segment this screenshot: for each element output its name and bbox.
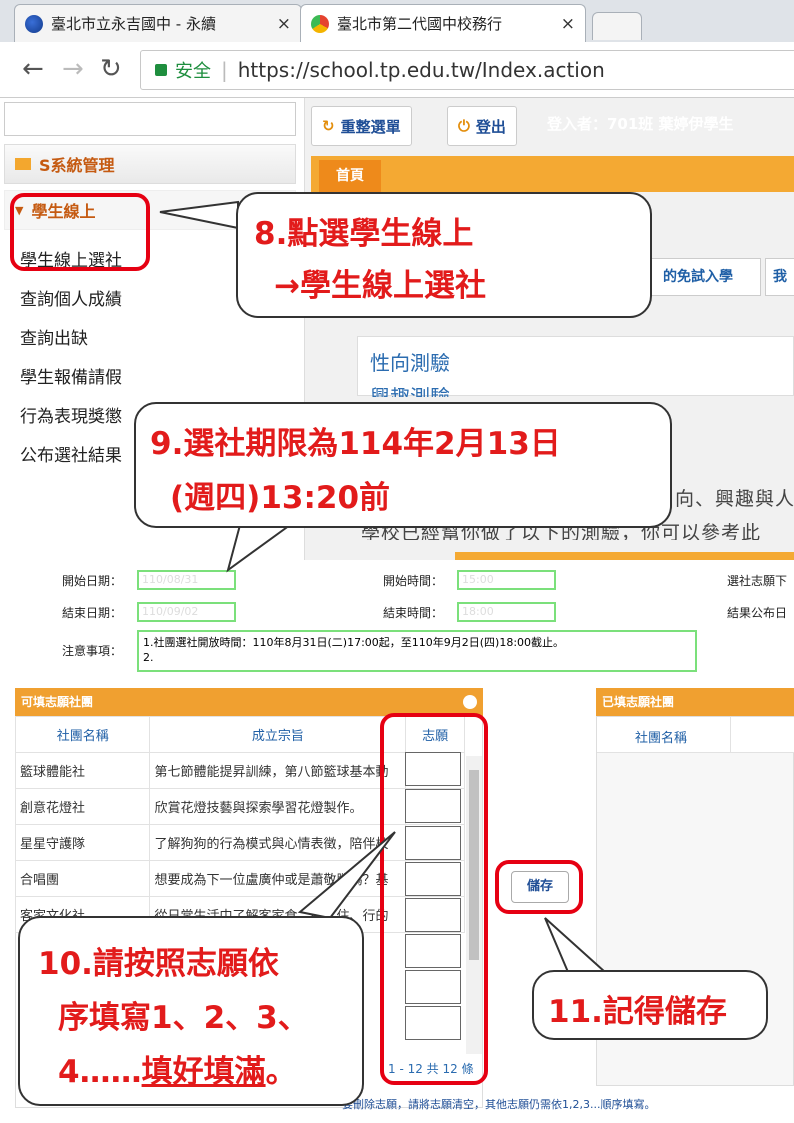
callout-text: 序填寫1、2、3、 (58, 1000, 309, 1036)
end-time-field: 18:00 (457, 602, 556, 622)
reload-icon[interactable]: ↻ (100, 54, 122, 84)
system-management-menu[interactable]: S系統管理 (4, 144, 296, 184)
orange-strip (455, 552, 794, 560)
column-header-purpose: 成立宗旨 (149, 716, 407, 753)
selection-label: 選社志願下 (727, 574, 788, 588)
browser-tab-2[interactable]: 臺北市第二代國中校務行 × (300, 4, 586, 42)
highlight-frame (10, 193, 150, 271)
lock-icon (155, 64, 167, 76)
callout-text: (週四)13:20前 (170, 480, 391, 516)
club-purpose: 第七節體能提昇訓練，第八節籃球基本動 (149, 752, 407, 789)
start-date-label: 開始日期： (62, 574, 123, 588)
sidebar-item-conduct[interactable]: 行為表現獎懲 (20, 402, 122, 427)
club-name: 籃球體能社 (14, 752, 151, 789)
divider: | (221, 58, 228, 82)
end-time-label: 結束時間： (383, 606, 444, 620)
button-label: 登出 (475, 117, 506, 136)
refresh-icon: ↻ (322, 117, 335, 135)
tab-more[interactable]: 我 (765, 258, 794, 296)
intro-text: 向、興趣與人 (675, 488, 794, 510)
back-arrow-icon[interactable]: ← (22, 54, 44, 84)
secure-label: 安全 (175, 61, 211, 82)
browser-tab-bar: 臺北市立永吉國中 - 永續 × 臺北市第二代國中校務行 × (0, 0, 794, 42)
club-name: 創意花燈社 (14, 788, 151, 825)
close-tab-icon[interactable]: × (561, 14, 575, 34)
column-divider (730, 717, 731, 753)
folder-icon (15, 158, 31, 170)
callout-text: 10.請按照志願依 (38, 946, 279, 982)
test-list-box: 性向測驗 興趣測驗 (357, 336, 794, 397)
forward-arrow-icon[interactable]: → (62, 54, 84, 84)
callout-text-emphasis: 填好填滿 (141, 1054, 266, 1090)
callout-text: →學生線上選社 (274, 268, 486, 304)
collapse-icon[interactable] (463, 695, 477, 709)
callout-text: 4……填好填滿。 (58, 1046, 297, 1091)
url-text: https://school.tp.edu.tw/Index.action (237, 58, 605, 82)
highlight-frame (380, 713, 488, 1085)
selected-clubs-header: 已填志願社團 (596, 688, 794, 716)
sidebar-item-attendance[interactable]: 查詢出缺 (20, 324, 88, 349)
start-time-label: 開始時間： (383, 574, 444, 588)
end-date-label: 結束日期： (62, 606, 123, 620)
note-line: 1.社團選社開放時間：110年8月31日(二)17:00起，至110年9月2日(… (143, 636, 565, 649)
tab-title: 臺北市立永吉國中 - 永續 (51, 15, 216, 33)
browser-tab-1[interactable]: 臺北市立永吉國中 - 永續 × (14, 4, 302, 42)
start-time-field: 15:00 (457, 570, 556, 590)
power-icon: ⏻ (458, 117, 470, 135)
available-clubs-header: 可填志願社團 (15, 688, 483, 716)
panel-title: 可填志願社團 (21, 695, 94, 709)
close-tab-icon[interactable]: × (277, 14, 291, 34)
footer-note: 要刪除志願，請將志願清空，其他志願仍需依1,2,3...順序填寫。 (342, 1098, 656, 1111)
club-purpose: 欣賞花燈技藝與探索學習花燈製作。 (149, 788, 407, 825)
menu-search-input[interactable] (4, 102, 296, 136)
button-label: 重整選單 (340, 117, 401, 136)
notes-textarea[interactable]: 1.社團選社開放時間：110年8月31日(二)17:00起，至110年9月2日(… (137, 630, 697, 672)
callout-text: 8.點選學生線上 (254, 216, 474, 252)
callout-11: 11.記得儲存 (532, 970, 768, 1040)
tab-title: 臺北市第二代國中校務行 (337, 15, 503, 33)
club-name: 星星守護隊 (14, 824, 151, 861)
aptitude-test-link[interactable]: 性向測驗 (370, 347, 450, 376)
column-header-name: 社團名稱 (14, 716, 151, 753)
callout-8: 8.點選學生線上 →學生線上選社 (236, 192, 652, 318)
callout-text-part: 。 (265, 1054, 297, 1090)
callout-text: 9.選社期限為114年2月13日 (150, 426, 561, 462)
notes-label: 注意事項： (62, 644, 123, 658)
logged-in-user: 登入者：701班 葉婷伊學生 (547, 115, 734, 133)
reload-menu-button[interactable]: ↻ 重整選單 (311, 106, 412, 146)
callout-text: 11.記得儲存 (548, 994, 727, 1030)
club-purpose: 了解狗狗的行為模式與心情表徵，陪伴校 (149, 824, 407, 861)
callout-10: 10.請按照志願依 序填寫1、2、3、 4……填好填滿。 (18, 916, 364, 1106)
club-name: 合唱團 (14, 860, 151, 897)
new-tab-button[interactable] (592, 12, 642, 40)
sidebar-item-grades[interactable]: 查詢個人成績 (20, 285, 122, 310)
sidebar-item-leave[interactable]: 學生報備請假 (20, 363, 122, 388)
selected-header-row (597, 717, 794, 753)
column-header-name: 社團名稱 (635, 731, 688, 746)
publish-date-label: 結果公布日 (727, 606, 788, 620)
url-field[interactable]: 安全 | https://school.tp.edu.tw/Index.acti… (140, 50, 794, 90)
sidebar-item-club-results[interactable]: 公布選社結果 (20, 441, 122, 466)
highlight-frame (495, 860, 583, 914)
tab-home[interactable]: 首頁 (319, 160, 381, 192)
start-date-field: 110/08/31 (137, 570, 236, 590)
interest-test-link[interactable]: 興趣測驗 (370, 381, 450, 397)
tab-strip (311, 156, 794, 192)
logout-button[interactable]: ⏻ 登出 (447, 106, 517, 146)
system-label: S系統管理 (39, 156, 115, 175)
callout-9: 9.選社期限為114年2月13日 (週四)13:20前 (134, 402, 672, 528)
globe-icon (25, 14, 43, 33)
school-logo-icon (311, 14, 329, 33)
club-purpose: 想要成為下一位盧廣仲或是蕭敬騰嗎？基 (149, 860, 407, 897)
address-bar: ← → ↻ 安全 | https://school.tp.edu.tw/Inde… (0, 42, 794, 98)
end-date-field: 110/09/02 (137, 602, 236, 622)
tab-exam-free-admission[interactable]: 的免試入學 (635, 258, 761, 296)
note-line: 2. (143, 651, 154, 664)
callout-text-part: 4…… (58, 1054, 142, 1090)
